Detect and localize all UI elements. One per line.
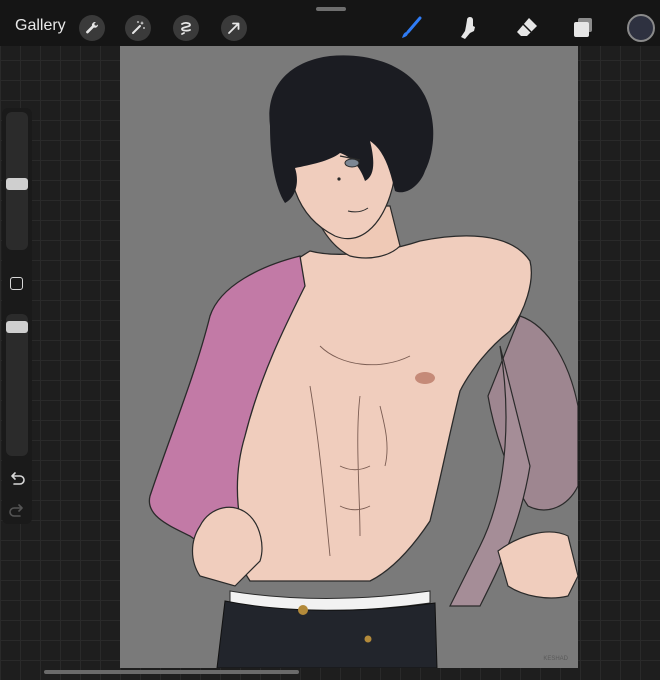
selection-button[interactable]: [173, 15, 199, 41]
modify-button[interactable]: [10, 277, 23, 290]
left-sidebar: [2, 108, 32, 524]
actions-wrench-button[interactable]: [79, 15, 105, 41]
gallery-button[interactable]: Gallery: [15, 17, 66, 35]
color-picker-button[interactable]: [627, 14, 655, 42]
brush-size-slider[interactable]: [6, 112, 28, 250]
layers-icon[interactable]: [570, 14, 598, 42]
drawing-canvas[interactable]: KESHAD: [120, 46, 578, 668]
pants-button: [298, 605, 308, 615]
eye: [344, 158, 360, 168]
horizontal-scrollbar[interactable]: [44, 670, 299, 674]
undo-icon[interactable]: [8, 470, 26, 488]
top-toolbar: Gallery: [0, 0, 660, 46]
pants-rivet: [364, 635, 372, 643]
adjustments-wand-button[interactable]: [125, 15, 151, 41]
drag-handle[interactable]: [316, 7, 346, 11]
selection-icon: [181, 22, 191, 35]
artist-watermark: KESHAD: [543, 656, 568, 662]
smudge-icon[interactable]: [455, 14, 483, 42]
opacity-thumb[interactable]: [6, 321, 28, 333]
artwork-illustration: [148, 55, 578, 668]
pants: [216, 600, 438, 668]
mole: [337, 177, 341, 181]
magic-wand-icon: [132, 21, 145, 34]
nipple: [415, 372, 435, 384]
opacity-slider[interactable]: [6, 314, 28, 456]
transform-arrow-icon: [228, 22, 240, 34]
wrench-icon: [86, 21, 99, 34]
brush-icon[interactable]: [398, 14, 426, 42]
eraser-icon[interactable]: [513, 14, 541, 42]
transform-button[interactable]: [221, 15, 247, 41]
brush-size-thumb[interactable]: [6, 178, 28, 190]
redo-icon[interactable]: [8, 502, 26, 520]
